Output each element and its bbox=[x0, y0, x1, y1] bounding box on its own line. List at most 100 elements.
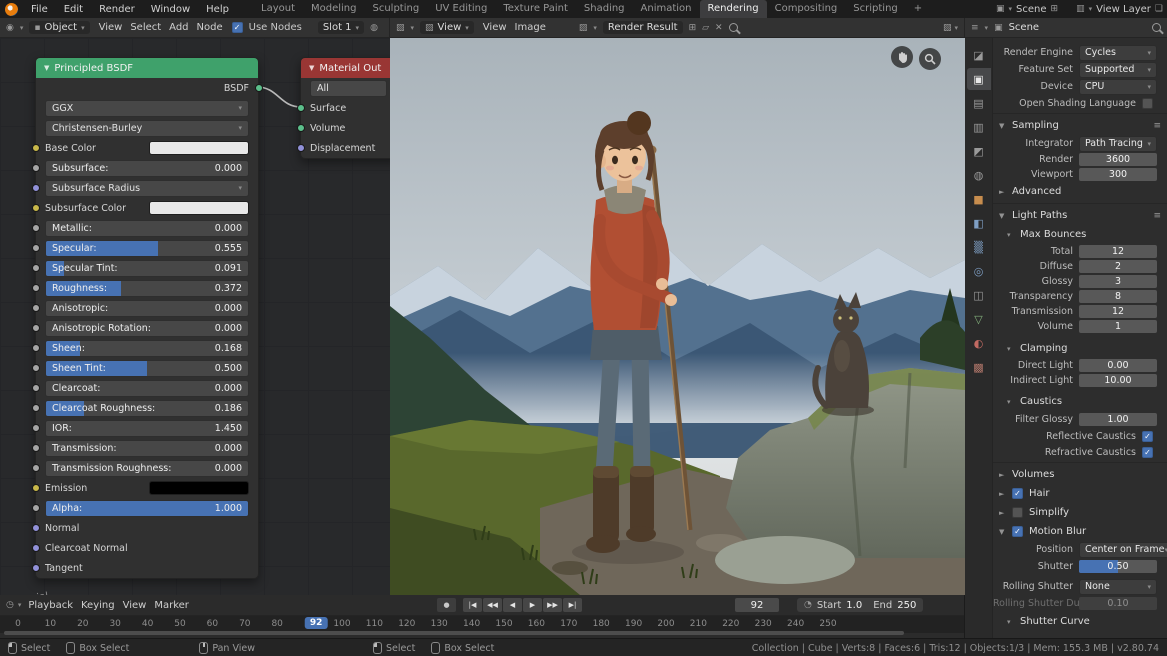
node-slider[interactable]: Alpha:1.000 bbox=[45, 500, 249, 517]
filter-glossy-field[interactable]: 1.00 bbox=[1079, 413, 1157, 426]
integrator-dropdown[interactable]: Path Tracing▾ bbox=[1079, 136, 1157, 152]
play-reverse-button[interactable]: ◀ bbox=[503, 598, 522, 612]
input-socket[interactable] bbox=[32, 384, 40, 392]
playhead[interactable]: 92 bbox=[305, 617, 328, 629]
node-dropdown[interactable]: Subsurface Radius▾ bbox=[45, 180, 249, 197]
mb-rolling-dropdown[interactable]: None▾ bbox=[1079, 579, 1157, 595]
node-slider[interactable]: Clearcoat:0.000 bbox=[45, 380, 249, 397]
output-input-displacement[interactable]: Displacement bbox=[301, 138, 391, 158]
bsdf-row-subsurface-radius[interactable]: Subsurface Radius▾ bbox=[36, 178, 258, 198]
next-keyframe-button[interactable]: ▶▶ bbox=[543, 598, 562, 612]
bsdf-row-anisotropic-rotation[interactable]: Anisotropic Rotation:0.000 bbox=[36, 318, 258, 338]
bsdf-row-alpha[interactable]: Alpha:1.000 bbox=[36, 498, 258, 518]
start-value[interactable]: 1.0 bbox=[846, 600, 862, 611]
editor-type-icon[interactable]: ▨ bbox=[396, 23, 405, 33]
input-socket[interactable] bbox=[32, 324, 40, 332]
node-slider[interactable]: Sheen Tint:0.500 bbox=[45, 360, 249, 377]
end-value[interactable]: 250 bbox=[897, 600, 916, 611]
input-socket[interactable] bbox=[32, 424, 40, 432]
color-swatch[interactable] bbox=[149, 481, 249, 495]
properties-tab-scene[interactable]: ◩ bbox=[967, 140, 991, 162]
menu-add[interactable]: Add bbox=[166, 22, 191, 33]
bsdf-row-sheen[interactable]: Sheen:0.168 bbox=[36, 338, 258, 358]
play-button[interactable]: ▶ bbox=[523, 598, 542, 612]
workspace-tab-modeling[interactable]: Modeling bbox=[303, 0, 365, 18]
chevron-down-icon[interactable]: ▾ bbox=[18, 601, 22, 609]
workspace-tab-sculpting[interactable]: Sculpting bbox=[365, 0, 428, 18]
motion-blur-checkbox[interactable]: ✓ bbox=[1012, 526, 1023, 537]
workspace-tab-scripting[interactable]: Scripting bbox=[845, 0, 905, 18]
input-socket[interactable] bbox=[32, 144, 40, 152]
search-icon[interactable] bbox=[729, 23, 738, 32]
image-datablock-name[interactable]: Render Result bbox=[603, 21, 683, 34]
chevron-down-icon[interactable]: ▾ bbox=[1089, 5, 1093, 13]
menu-help[interactable]: Help bbox=[199, 2, 236, 17]
input-socket[interactable] bbox=[297, 124, 305, 132]
output-target-dropdown[interactable]: All bbox=[310, 80, 387, 97]
total-field[interactable]: 12 bbox=[1079, 245, 1157, 258]
node-slider[interactable]: Anisotropic:0.000 bbox=[45, 300, 249, 317]
transparency-field[interactable]: 8 bbox=[1079, 290, 1157, 303]
output-input-surface[interactable]: Surface bbox=[301, 98, 391, 118]
browse-material-icon[interactable]: ◍ bbox=[370, 23, 378, 33]
menu-keying[interactable]: Keying bbox=[78, 600, 118, 611]
bsdf-row-subsurface[interactable]: Subsurface:0.000 bbox=[36, 158, 258, 178]
menu-file[interactable]: File bbox=[24, 2, 55, 17]
properties-tab-view-layer[interactable]: ▥ bbox=[967, 116, 991, 138]
node-header[interactable]: ▼ Principled BSDF bbox=[36, 58, 258, 78]
simplify-checkbox[interactable] bbox=[1012, 507, 1023, 518]
current-frame-field[interactable]: 92 bbox=[735, 598, 779, 612]
bsdf-row-normal[interactable]: Normal bbox=[36, 518, 258, 538]
device-dropdown[interactable]: CPU▾ bbox=[1079, 79, 1157, 95]
panel-hair[interactable]: ►✓ Hair bbox=[993, 484, 1167, 503]
display-channels-icon[interactable]: ▧ bbox=[943, 23, 952, 33]
bsdf-row-ior[interactable]: IOR:1.450 bbox=[36, 418, 258, 438]
node-dropdown[interactable]: GGX▾ bbox=[45, 100, 249, 117]
bsdf-row-sheen-tint[interactable]: Sheen Tint:0.500 bbox=[36, 358, 258, 378]
zoom-view-button[interactable] bbox=[919, 48, 941, 70]
material-output-node[interactable]: ▼ Material Out All SurfaceVolumeDisplace… bbox=[300, 57, 391, 159]
input-socket[interactable] bbox=[32, 344, 40, 352]
node-slider[interactable]: IOR:1.450 bbox=[45, 420, 249, 437]
workspace-tab-animation[interactable]: Animation bbox=[633, 0, 700, 18]
input-socket[interactable] bbox=[32, 184, 40, 192]
panel-motion-blur[interactable]: ▼✓ Motion Blur bbox=[993, 522, 1167, 541]
menu-image[interactable]: Image bbox=[512, 22, 549, 33]
mb-shutter-slider[interactable]: 0.50 bbox=[1079, 560, 1157, 573]
blender-logo-icon[interactable] bbox=[5, 3, 18, 16]
bsdf-row-clearcoat[interactable]: Clearcoat:0.000 bbox=[36, 378, 258, 398]
transmission-field[interactable]: 12 bbox=[1079, 305, 1157, 318]
node-dropdown[interactable]: Christensen-Burley▾ bbox=[45, 120, 249, 137]
panel-max-bounces[interactable]: ▾Max Bounces bbox=[993, 225, 1167, 244]
bsdf-row-clearcoat-roughness[interactable]: Clearcoat Roughness:0.186 bbox=[36, 398, 258, 418]
volume-field[interactable]: 1 bbox=[1079, 320, 1157, 333]
viewport-field[interactable]: 300 bbox=[1079, 168, 1157, 181]
workspace-tab-rendering[interactable]: Rendering bbox=[700, 0, 767, 18]
pan-view-button[interactable] bbox=[891, 46, 913, 68]
view-layer-name[interactable]: View Layer bbox=[1096, 4, 1151, 15]
chevron-down-icon[interactable]: ▾ bbox=[954, 24, 958, 32]
properties-tab-constraints[interactable]: ◫ bbox=[967, 284, 991, 306]
properties-tab-world[interactable]: ◍ bbox=[967, 164, 991, 186]
properties-tab-render[interactable]: ▣ bbox=[967, 68, 991, 90]
bsdf-row-ggx[interactable]: GGX▾ bbox=[36, 98, 258, 118]
node-slider[interactable]: Subsurface:0.000 bbox=[45, 160, 249, 177]
bsdf-row-christensen-burley[interactable]: Christensen-Burley▾ bbox=[36, 118, 258, 138]
osl-checkbox[interactable] bbox=[1142, 98, 1153, 109]
node-slider[interactable]: Metallic:0.000 bbox=[45, 220, 249, 237]
panel-light-paths[interactable]: ▼Light Paths≡ bbox=[993, 206, 1167, 225]
node-slider[interactable]: Roughness:0.372 bbox=[45, 280, 249, 297]
chevron-down-icon[interactable]: ▾ bbox=[1009, 5, 1013, 13]
input-socket[interactable] bbox=[32, 524, 40, 532]
workspace-tab-texture-paint[interactable]: Texture Paint bbox=[495, 0, 576, 18]
glossy-field[interactable]: 3 bbox=[1079, 275, 1157, 288]
bsdf-row-tangent[interactable]: Tangent bbox=[36, 558, 258, 578]
collapse-icon[interactable]: ▼ bbox=[44, 64, 49, 72]
panel-shutter-curve[interactable]: ▾Shutter Curve bbox=[993, 612, 1167, 631]
hair-checkbox[interactable]: ✓ bbox=[1012, 488, 1023, 499]
menu-view[interactable]: View bbox=[480, 22, 510, 33]
bsdf-row-clearcoat-normal[interactable]: Clearcoat Normal bbox=[36, 538, 258, 558]
color-swatch[interactable] bbox=[149, 201, 249, 215]
properties-tab-physics[interactable]: ◎ bbox=[967, 260, 991, 282]
presets-icon[interactable]: ≡ bbox=[1153, 211, 1161, 221]
